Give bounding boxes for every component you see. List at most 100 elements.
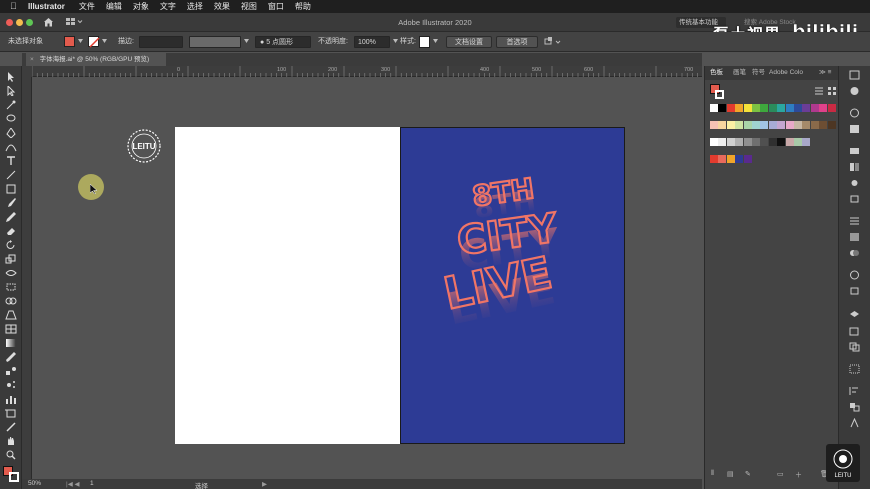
chevron-down-icon[interactable] (78, 39, 83, 43)
swatch[interactable] (726, 121, 735, 129)
menu-object[interactable]: 对象 (133, 1, 149, 12)
swatch-libraries-icon[interactable]: ⫴ (711, 470, 714, 478)
rotate-tool-icon[interactable] (5, 240, 17, 250)
zoom-level[interactable]: 50% (28, 480, 41, 487)
stroke-weight-field[interactable] (139, 36, 183, 48)
swatch[interactable] (760, 104, 769, 112)
ruler-origin[interactable] (22, 66, 32, 77)
opacity-input[interactable]: 100% (354, 36, 390, 48)
menu-type[interactable]: 文字 (160, 1, 176, 12)
arrange-documents-icon[interactable] (544, 36, 562, 48)
artboard-tool-icon[interactable] (5, 408, 17, 418)
pencil-tool-icon[interactable] (5, 212, 17, 222)
swatch[interactable] (768, 121, 777, 129)
swatch[interactable] (785, 121, 794, 129)
image-trace-icon[interactable] (849, 270, 860, 280)
menu-file[interactable]: 文件 (79, 1, 95, 12)
list-view-icon[interactable] (815, 87, 823, 95)
direct-selection-tool-icon[interactable] (5, 86, 17, 96)
menu-view[interactable]: 视图 (241, 1, 257, 12)
swatch[interactable] (760, 138, 769, 146)
artboard-number[interactable]: 1 (90, 480, 94, 487)
app-name-menu[interactable]: Illustrator (28, 2, 65, 11)
preferences-button[interactable]: 首选项 (496, 36, 538, 48)
libraries-icon[interactable] (849, 108, 860, 118)
artboard-nav-prev-icon[interactable]: |◀ ◀ (66, 480, 80, 488)
rectangle-tool-icon[interactable] (5, 184, 17, 194)
blend-tool-icon[interactable] (5, 366, 17, 376)
color-guide-icon[interactable] (849, 162, 860, 172)
hand-tool-icon[interactable] (5, 436, 17, 446)
menu-effect[interactable]: 效果 (214, 1, 230, 12)
perspective-grid-tool-icon[interactable] (5, 310, 17, 320)
eraser-tool-icon[interactable] (5, 226, 17, 236)
graphic-style-swatch[interactable] (419, 36, 430, 48)
menu-window[interactable]: 窗口 (268, 1, 284, 12)
fill-color-swatch[interactable] (64, 36, 75, 47)
menu-help[interactable]: 帮助 (295, 1, 311, 12)
transparency-icon[interactable] (849, 248, 860, 258)
tab-brushes[interactable]: 画笔 (733, 66, 746, 80)
graphic-styles-icon[interactable] (849, 194, 860, 204)
curvature-tool-icon[interactable] (5, 142, 17, 152)
apple-icon[interactable]:  (10, 2, 18, 11)
swatch[interactable] (726, 104, 735, 112)
swatch[interactable] (827, 121, 836, 129)
free-transform-tool-icon[interactable] (5, 282, 17, 292)
swatch[interactable] (752, 138, 760, 146)
properties-icon[interactable] (849, 70, 860, 80)
swatch[interactable] (760, 121, 769, 129)
swatch[interactable] (726, 138, 735, 146)
symbols-icon[interactable] (849, 178, 860, 188)
show-kinds-icon[interactable]: ▤ (727, 470, 734, 478)
close-icon[interactable]: × (30, 56, 34, 63)
lasso-tool-icon[interactable] (5, 114, 17, 124)
column-graph-tool-icon[interactable] (5, 394, 17, 404)
artboard-1[interactable] (175, 127, 400, 444)
swatch[interactable] (810, 121, 819, 129)
transform-icon[interactable] (849, 364, 860, 374)
swatch-options-icon[interactable]: ✎ (745, 470, 751, 478)
selection-tool-icon[interactable] (5, 72, 17, 82)
asset-export-icon[interactable] (849, 286, 860, 296)
swatch[interactable] (768, 104, 777, 112)
artboards-icon[interactable] (849, 326, 860, 336)
tab-symbols[interactable]: 符号 (752, 66, 765, 80)
variable-width-profile[interactable] (189, 36, 241, 48)
gradient-tool-icon[interactable] (5, 338, 17, 348)
swatch[interactable] (735, 138, 744, 146)
swatch[interactable] (752, 104, 760, 112)
swatch[interactable] (743, 155, 752, 163)
appearance-icon[interactable] (849, 86, 860, 96)
stroke-panel-icon[interactable] (849, 216, 860, 226)
swatch[interactable] (726, 155, 735, 163)
swatch[interactable] (785, 138, 794, 146)
eyedropper-tool-icon[interactable] (5, 352, 17, 362)
line-tool-icon[interactable] (5, 170, 17, 180)
swatch[interactable] (777, 104, 786, 112)
swatch[interactable] (785, 104, 794, 112)
shape-builder-tool-icon[interactable] (5, 296, 17, 306)
swatch[interactable] (710, 155, 718, 163)
swatch[interactable] (777, 121, 786, 129)
grid-view-icon[interactable] (828, 87, 836, 95)
menu-edit[interactable]: 编辑 (106, 1, 122, 12)
vertical-ruler[interactable] (22, 77, 32, 479)
swatch[interactable] (735, 155, 744, 163)
brush-definition-dropdown[interactable]: ● 5 点圆形 (255, 36, 311, 48)
width-tool-icon[interactable] (5, 268, 17, 278)
swatch[interactable] (777, 138, 786, 146)
chevron-down-icon[interactable] (244, 39, 249, 43)
swatch[interactable] (718, 121, 727, 129)
symbol-sprayer-tool-icon[interactable] (5, 380, 17, 390)
panel-menu-icon[interactable]: ≫ ≡ (819, 66, 831, 80)
swatch[interactable] (819, 104, 828, 112)
character-icon[interactable] (849, 418, 860, 428)
chevron-down-icon[interactable] (102, 39, 107, 43)
tab-adobe-color[interactable]: Adobe Colo (769, 66, 803, 80)
type-tool-icon[interactable] (5, 156, 17, 166)
tab-swatches[interactable]: 色板 (710, 66, 723, 80)
swatch[interactable] (752, 121, 760, 129)
swatch[interactable] (718, 138, 727, 146)
canvas-area[interactable]: LEITU 8TH CITY LIVE 8TH CITY LIVE (32, 77, 702, 479)
